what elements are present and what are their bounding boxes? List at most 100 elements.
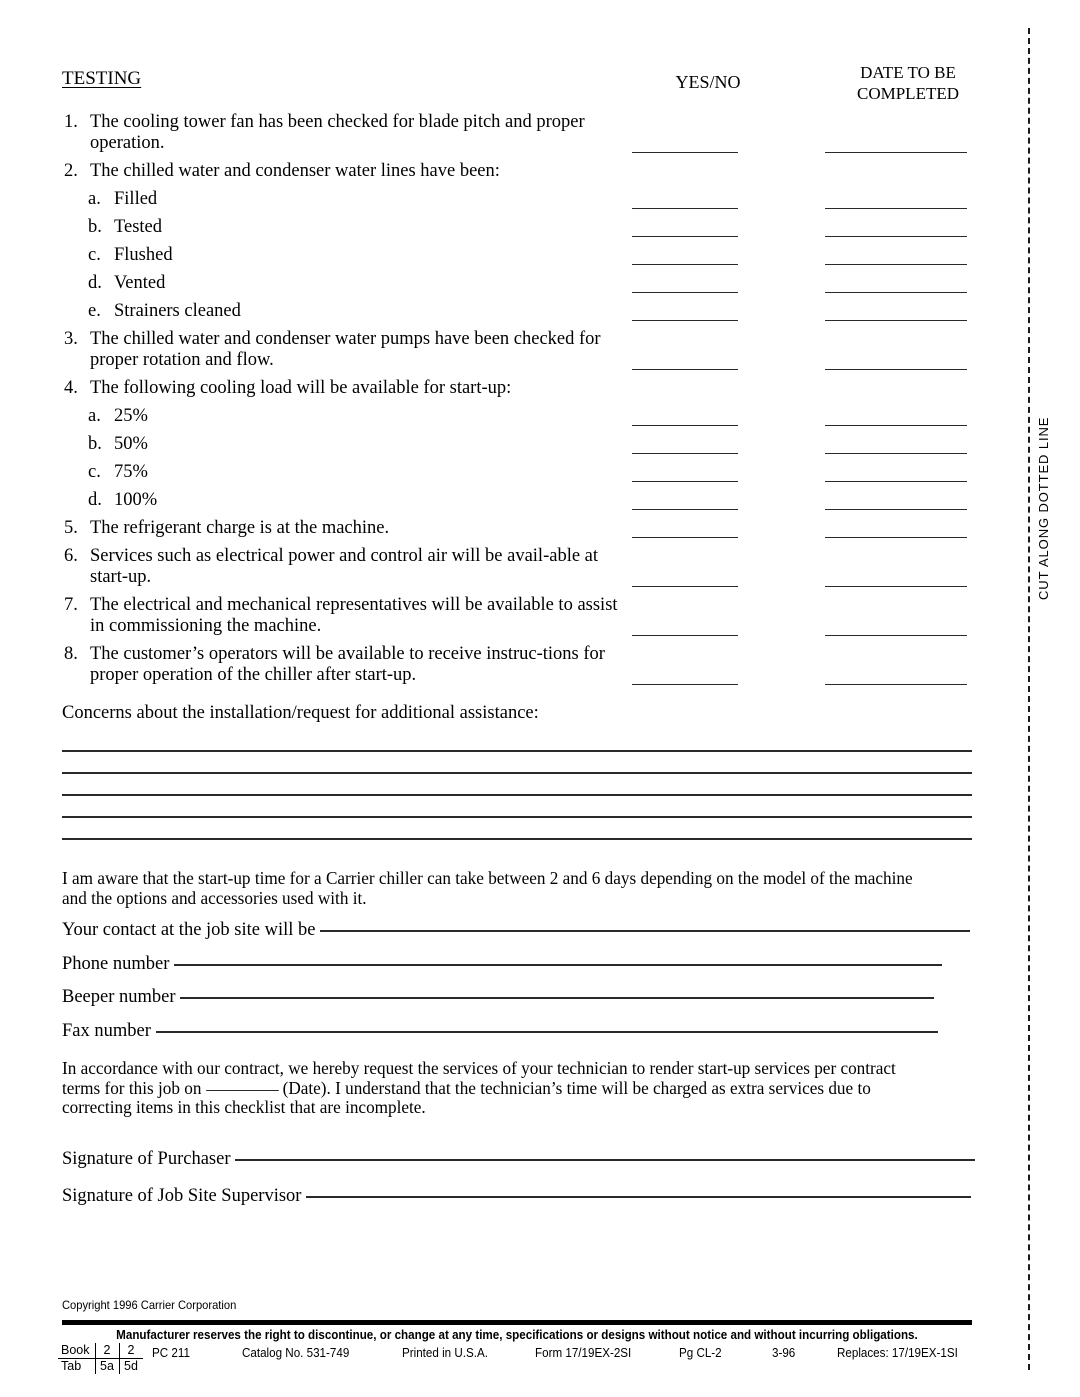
date-answer-blank[interactable] <box>825 635 967 636</box>
yesno-answer-blank[interactable] <box>632 292 738 293</box>
yesno-answer-blank[interactable] <box>632 208 738 209</box>
contact-field-input-line[interactable] <box>180 997 935 999</box>
yesno-answer-blank[interactable] <box>632 586 738 587</box>
checklist-item-text: The following cooling load will be avail… <box>90 378 512 398</box>
checklist-item-text: The customer’s operators will be availab… <box>90 644 605 685</box>
checklist-item-number: 4. <box>64 378 78 398</box>
contract-paragraph: In accordance with our contract, we here… <box>62 1058 933 1118</box>
checklist-item-number: c. <box>88 462 101 482</box>
yesno-answer-blank[interactable] <box>632 264 738 265</box>
yesno-answer-blank[interactable] <box>632 320 738 321</box>
yesno-answer-blank[interactable] <box>632 509 738 510</box>
footer-pc-code: PC 211 <box>152 1346 190 1360</box>
contact-field-input-line[interactable] <box>320 930 971 932</box>
checklist-item-text: The chilled water and condenser water pu… <box>90 329 601 370</box>
footer-printed: Printed in U.S.A. <box>402 1346 488 1360</box>
checklist-item-text: The cooling tower fan has been checked f… <box>90 112 585 153</box>
footer-catalog: Catalog No. 531-749 <box>242 1346 350 1360</box>
yesno-answer-blank[interactable] <box>632 684 738 685</box>
signature-field-label: Signature of Purchaser <box>62 1149 231 1169</box>
yesno-answer-blank[interactable] <box>632 425 738 426</box>
yesno-answer-blank[interactable] <box>632 236 738 237</box>
book-label: Book <box>58 1343 95 1359</box>
column-header-date-line2: COMPLETED <box>857 84 959 104</box>
contact-field-input-line[interactable] <box>174 964 943 966</box>
yesno-answer-blank[interactable] <box>632 481 738 482</box>
checklist-item-text: The refrigerant charge is at the machine… <box>90 518 390 538</box>
column-header-date-to-be-completed: DATE TO BE COMPLETED <box>818 62 998 105</box>
concerns-write-in-line[interactable] <box>62 772 972 774</box>
checklist-item-number: d. <box>88 490 102 510</box>
date-answer-blank[interactable] <box>825 586 967 587</box>
checklist-item-text: Tested <box>114 217 163 237</box>
date-answer-blank[interactable] <box>825 236 967 237</box>
footer-metadata: Book 2 2 Tab 5a 5d PC 211 Catalog No. 53… <box>58 1343 972 1386</box>
checklist-item-text: Vented <box>114 273 166 293</box>
date-answer-blank[interactable] <box>825 453 967 454</box>
book-value-2: 2 <box>118 1343 143 1359</box>
cut-dotted-line <box>1028 28 1030 1370</box>
tab-label: Tab <box>61 1359 82 1373</box>
footer-page: Pg CL-2 <box>679 1346 722 1360</box>
checklist-item-number: d. <box>88 273 102 293</box>
signature-field: Signature of Job Site Supervisor <box>62 1186 974 1207</box>
concerns-write-in-line[interactable] <box>62 794 972 796</box>
checklist-item-number: a. <box>88 406 101 426</box>
contact-field: Beeper number <box>62 987 974 1008</box>
checklist-item-number: 3. <box>64 329 78 349</box>
date-answer-blank[interactable] <box>825 292 967 293</box>
date-answer-blank[interactable] <box>825 481 967 482</box>
checklist-item-text: The chilled water and condenser water li… <box>90 161 500 181</box>
signature-field: Signature of Purchaser <box>62 1149 976 1170</box>
signature-field-input-line[interactable] <box>306 1196 972 1198</box>
date-answer-blank[interactable] <box>825 264 967 265</box>
checklist-item-number: 7. <box>64 595 78 615</box>
yesno-answer-blank[interactable] <box>632 453 738 454</box>
date-answer-blank[interactable] <box>825 509 967 510</box>
concerns-write-in-line[interactable] <box>62 816 972 818</box>
awareness-paragraph: I am aware that the start-up time for a … <box>62 868 913 908</box>
contact-field-label: Your contact at the job site will be <box>62 920 316 940</box>
date-answer-blank[interactable] <box>825 537 967 538</box>
contact-field-label: Phone number <box>62 954 170 974</box>
document-page: CUT ALONG DOTTED LINE TESTING YES/NO DAT… <box>0 0 1080 1397</box>
book-tab-table: Book 2 2 Tab 5a 5d <box>58 1343 143 1374</box>
yesno-answer-blank[interactable] <box>632 635 738 636</box>
yesno-answer-blank[interactable] <box>632 537 738 538</box>
page-content: TESTING YES/NO DATE TO BE COMPLETED 1. Th… <box>58 0 976 1397</box>
checklist-item-number: 5. <box>64 518 78 538</box>
concerns-write-in-line[interactable] <box>62 750 972 752</box>
yesno-answer-blank[interactable] <box>632 369 738 370</box>
column-header-date-line1: DATE TO BE <box>860 63 956 82</box>
checklist-item-text: 100% <box>114 490 158 510</box>
checklist-item-number: 2. <box>64 161 78 181</box>
checklist-item-text: 50% <box>114 434 148 454</box>
checklist-item-text: Strainers cleaned <box>114 301 241 321</box>
footer-divider-bar <box>62 1320 972 1325</box>
contact-field: Your contact at the job site will be <box>62 920 974 941</box>
checklist-item-text: Flushed <box>114 245 173 265</box>
book-value-1: 2 <box>94 1343 119 1359</box>
date-answer-blank[interactable] <box>825 320 967 321</box>
checklist-item-number: a. <box>88 189 101 209</box>
date-answer-blank[interactable] <box>825 152 967 153</box>
contract-date-blank[interactable] <box>205 1089 279 1091</box>
contact-field-input-line[interactable] <box>155 1031 938 1033</box>
checklist-item-number: 6. <box>64 546 78 566</box>
contact-field: Fax number <box>62 1021 974 1042</box>
yesno-answer-blank[interactable] <box>632 152 738 153</box>
concerns-write-in-line[interactable] <box>62 838 972 840</box>
signature-field-input-line[interactable] <box>235 1159 976 1161</box>
manufacturer-disclaimer: Manufacturer reserves the right to disco… <box>62 1328 972 1342</box>
date-answer-blank[interactable] <box>825 684 967 685</box>
date-answer-blank[interactable] <box>825 208 967 209</box>
checklist-item-text: The electrical and mechanical representa… <box>90 595 618 636</box>
checklist-item-number: c. <box>88 245 101 265</box>
contact-field-label: Beeper number <box>62 987 176 1007</box>
date-answer-blank[interactable] <box>825 369 967 370</box>
checklist-item-number: e. <box>88 301 101 321</box>
checklist-item-number: 1. <box>64 112 78 132</box>
date-answer-blank[interactable] <box>825 425 967 426</box>
checklist-item-text: Services such as electrical power and co… <box>90 546 599 587</box>
contact-field: Phone number <box>62 954 974 975</box>
